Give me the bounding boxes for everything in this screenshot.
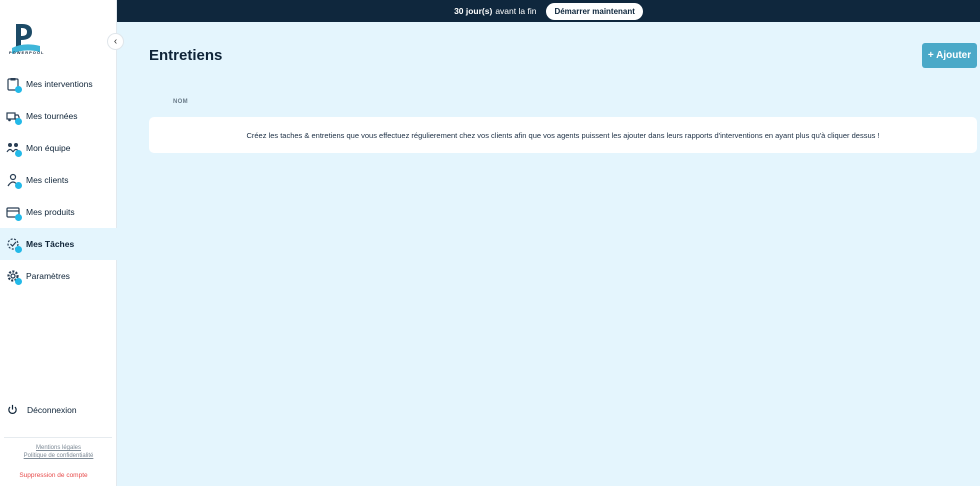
- chevron-left-icon: ‹: [113, 36, 118, 47]
- collapse-sidebar-button[interactable]: ‹: [107, 33, 124, 50]
- power-icon: [7, 404, 18, 415]
- start-now-button[interactable]: Démarrer maintenant: [546, 2, 643, 20]
- sidebar-item-produits[interactable]: Mes produits: [0, 196, 117, 228]
- clients-icon: [6, 173, 22, 189]
- logout-button[interactable]: Déconnexion: [7, 404, 77, 415]
- logout-label: Déconnexion: [27, 404, 77, 415]
- team-icon: [6, 141, 22, 157]
- sidebar-item-tournees[interactable]: Mes tournées: [0, 100, 117, 132]
- sidebar-item-label: Mes produits: [26, 207, 75, 217]
- sidebar: POWERPOOL ‹ Mes interventions Mes tourné…: [0, 0, 124, 486]
- sidebar-item-interventions[interactable]: Mes interventions: [0, 68, 117, 100]
- trial-days: 30 jour(s): [454, 6, 493, 16]
- sidebar-item-label: Mes interventions: [26, 79, 93, 89]
- sidebar-nav: Mes interventions Mes tournées Mon équip…: [0, 68, 117, 292]
- sidebar-divider: [4, 437, 112, 438]
- tasks-icon: [6, 237, 22, 253]
- legal-notice-link[interactable]: Mentions légales: [0, 445, 117, 451]
- truck-icon: [6, 109, 22, 125]
- empty-state-card: Créez les taches & entretiens que vous e…: [149, 117, 977, 153]
- sidebar-item-clients[interactable]: Mes clients: [0, 164, 117, 196]
- sidebar-item-label: Mon équipe: [26, 143, 71, 153]
- trial-banner: 30 jour(s) avant la fin Démarrer mainten…: [117, 0, 980, 22]
- page-title: Entretiens: [149, 47, 223, 64]
- sidebar-item-label: Mes clients: [26, 175, 69, 185]
- sidebar-item-taches[interactable]: Mes Tâches: [0, 228, 117, 260]
- delete-account-link[interactable]: Suppression de compte: [0, 472, 107, 479]
- sidebar-item-label: Paramètres: [26, 271, 70, 281]
- gear-icon: [6, 269, 22, 285]
- trial-text: avant la fin: [495, 6, 537, 16]
- brand-name: POWERPOOL: [9, 50, 45, 55]
- clipboard-icon: [6, 77, 22, 93]
- sidebar-item-label: Mes Tâches: [26, 239, 75, 249]
- sidebar-item-parametres[interactable]: Paramètres: [0, 260, 117, 292]
- empty-state-text: Créez les taches & entretiens que vous e…: [246, 130, 880, 140]
- sidebar-item-label: Mes tournées: [26, 111, 78, 121]
- add-button[interactable]: + Ajouter: [922, 43, 977, 68]
- products-icon: [6, 205, 22, 221]
- sidebar-item-equipe[interactable]: Mon équipe: [0, 132, 117, 164]
- privacy-policy-link[interactable]: Politique de confidentialité: [0, 453, 117, 459]
- column-header-nom[interactable]: NOM: [173, 99, 188, 105]
